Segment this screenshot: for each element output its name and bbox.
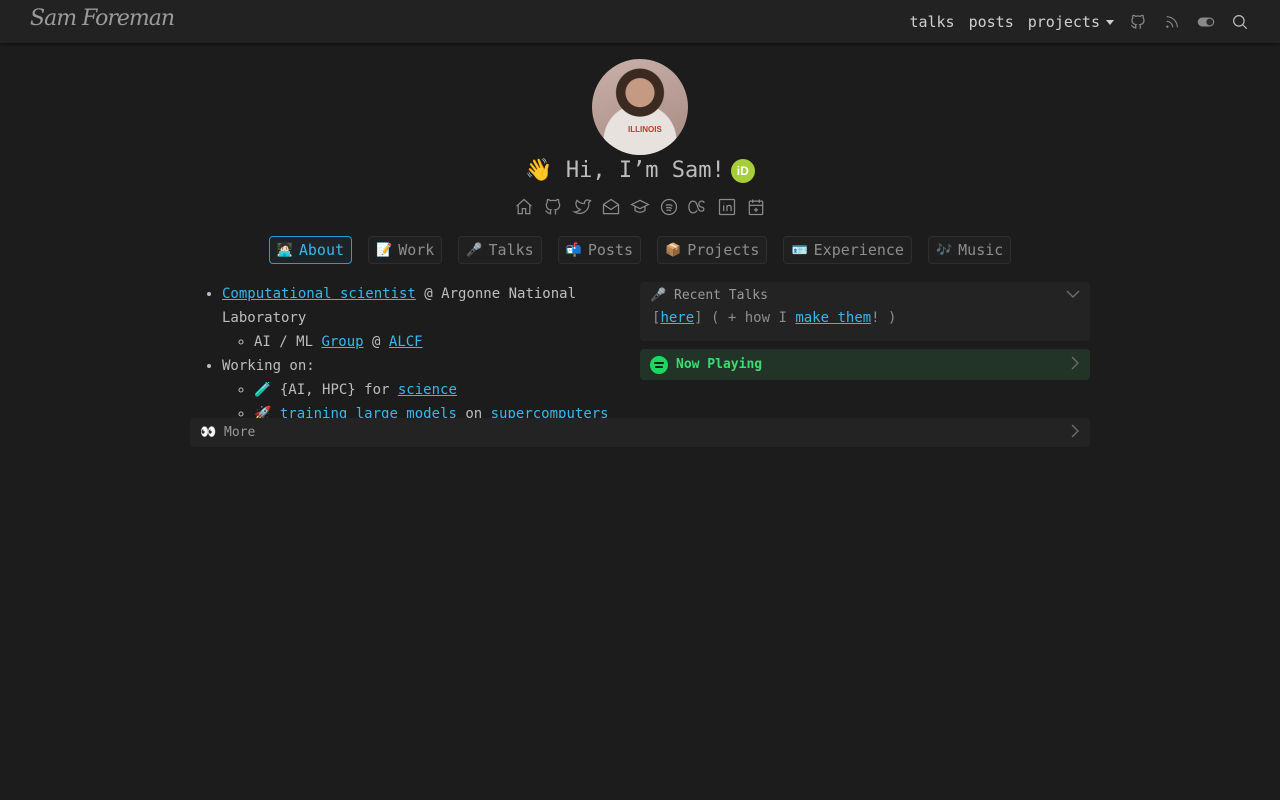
role-link[interactable]: Computational scientist (222, 286, 416, 302)
alcf-link[interactable]: ALCF (389, 334, 423, 350)
group-link[interactable]: Group (321, 334, 363, 350)
more-title: 👀 More (200, 425, 256, 440)
nav-talks-link[interactable]: talks (909, 13, 954, 31)
here-link[interactable]: here (660, 310, 694, 326)
section-tabs: 🧑🏻‍💻 About 📝 Work 🎤 Talks 📬 Posts 📦 Projects … (0, 236, 1280, 264)
greeting-text: 👋 Hi, I’m Sam! (525, 158, 725, 183)
tab-talks[interactable]: 🎤 Talks (458, 236, 542, 264)
tab-about-emoji: 🧑🏻‍💻 (276, 242, 293, 258)
tab-music[interactable]: 🎶 Music (927, 236, 1012, 264)
chevron-down-icon (1066, 288, 1080, 303)
github-icon[interactable] (542, 196, 564, 218)
end-text: ! ) (871, 310, 897, 326)
theme-toggle-icon[interactable] (1196, 12, 1216, 32)
spotify-icon[interactable] (658, 196, 680, 218)
recent-talks-title: 🎤 Recent Talks (650, 287, 768, 303)
tab-talks-emoji: 🎤 (466, 242, 483, 258)
caret-down-icon (1106, 19, 1114, 25)
tab-music-label: Music (958, 241, 1004, 259)
search-icon[interactable] (1230, 12, 1250, 32)
avatar-shirt-text: ILLINOIS (628, 125, 662, 134)
recent-talks-card: 🎤 Recent Talks [here] ( + how I make the… (640, 282, 1090, 341)
tab-about-label: About (298, 241, 345, 259)
tab-work-emoji: 📝 (376, 242, 393, 258)
make-them-link[interactable]: make them (795, 310, 871, 326)
tab-posts[interactable]: 📬 Posts (557, 236, 642, 264)
rss-icon[interactable] (1162, 12, 1182, 32)
list-item: Working on: 🧪 {AI, HPC} for science 🚀 tr… (222, 354, 630, 426)
list-item: AI / ML Group @ ALCF (254, 330, 630, 354)
recent-talks-body: [here] ( + how I make them! ) (640, 307, 1090, 329)
tab-music-emoji: 🎶 (935, 242, 953, 258)
tab-experience[interactable]: 🪪 Experience (783, 236, 912, 264)
list-item: Computational scientist @ Argonne Nation… (222, 282, 630, 354)
email-icon[interactable] (600, 196, 622, 218)
now-playing-card[interactable]: Now Playing (640, 349, 1090, 380)
nav-links: talks posts projects (909, 0, 1250, 43)
science-link[interactable]: science (398, 382, 457, 398)
more-card[interactable]: 👀 More (190, 418, 1090, 447)
tab-experience-label: Experience (813, 241, 904, 259)
tab-projects-label: Projects (687, 241, 760, 259)
group-prefix-text: AI / ML (254, 334, 322, 350)
tab-projects[interactable]: 📦 Projects (657, 236, 768, 264)
site-logo[interactable]: Sam Foreman (30, 6, 175, 31)
about-section: Computational scientist @ Argonne Nation… (190, 282, 630, 426)
test-tube-emoji: 🧪 (254, 382, 272, 398)
nav-projects-dropdown[interactable]: projects (1028, 13, 1114, 31)
tab-posts-emoji: 📬 (565, 242, 582, 258)
more-header[interactable]: 👀 More (190, 418, 1090, 447)
tab-work-label: Work (398, 241, 435, 259)
spotify-icon (650, 355, 668, 374)
navbar: Sam Foreman talks posts projects (0, 0, 1280, 43)
chevron-right-icon (1070, 356, 1080, 374)
list-item: 🧪 {AI, HPC} for science (254, 378, 630, 402)
now-playing-header[interactable]: Now Playing (640, 349, 1090, 380)
ai-hpc-text: {AI, HPC} for (271, 382, 398, 398)
how-i-text: ] ( + how I (694, 310, 796, 326)
avatar: ILLINOIS (592, 59, 688, 155)
orcid-icon[interactable]: iD (730, 159, 755, 183)
recent-talks-header[interactable]: 🎤 Recent Talks (640, 283, 1090, 307)
nav-projects-label: projects (1027, 12, 1100, 31)
tab-about[interactable]: 🧑🏻‍💻 About (268, 236, 353, 264)
graduation-cap-icon[interactable] (629, 196, 651, 218)
nav-posts-link[interactable]: posts (969, 13, 1014, 31)
lastfm-icon[interactable] (687, 196, 709, 218)
tab-work[interactable]: 📝 Work (368, 236, 443, 264)
tab-posts-label: Posts (587, 241, 634, 259)
home-icon[interactable] (513, 196, 535, 218)
now-playing-title: Now Playing (676, 357, 763, 372)
working-on-text: Working on: (222, 358, 315, 374)
group-at-text: @ (363, 334, 389, 350)
linkedin-icon[interactable] (716, 196, 738, 218)
social-links (0, 196, 1280, 218)
greeting-heading: 👋 Hi, I’m Sam! iD (0, 158, 1280, 183)
twitter-icon[interactable] (571, 196, 593, 218)
calendar-icon[interactable] (745, 196, 767, 218)
tab-talks-label: Talks (488, 241, 534, 259)
chevron-right-icon (1070, 424, 1080, 442)
github-icon[interactable] (1128, 12, 1148, 32)
tab-projects-emoji: 📦 (665, 242, 682, 258)
tab-experience-emoji: 🪪 (791, 242, 808, 258)
